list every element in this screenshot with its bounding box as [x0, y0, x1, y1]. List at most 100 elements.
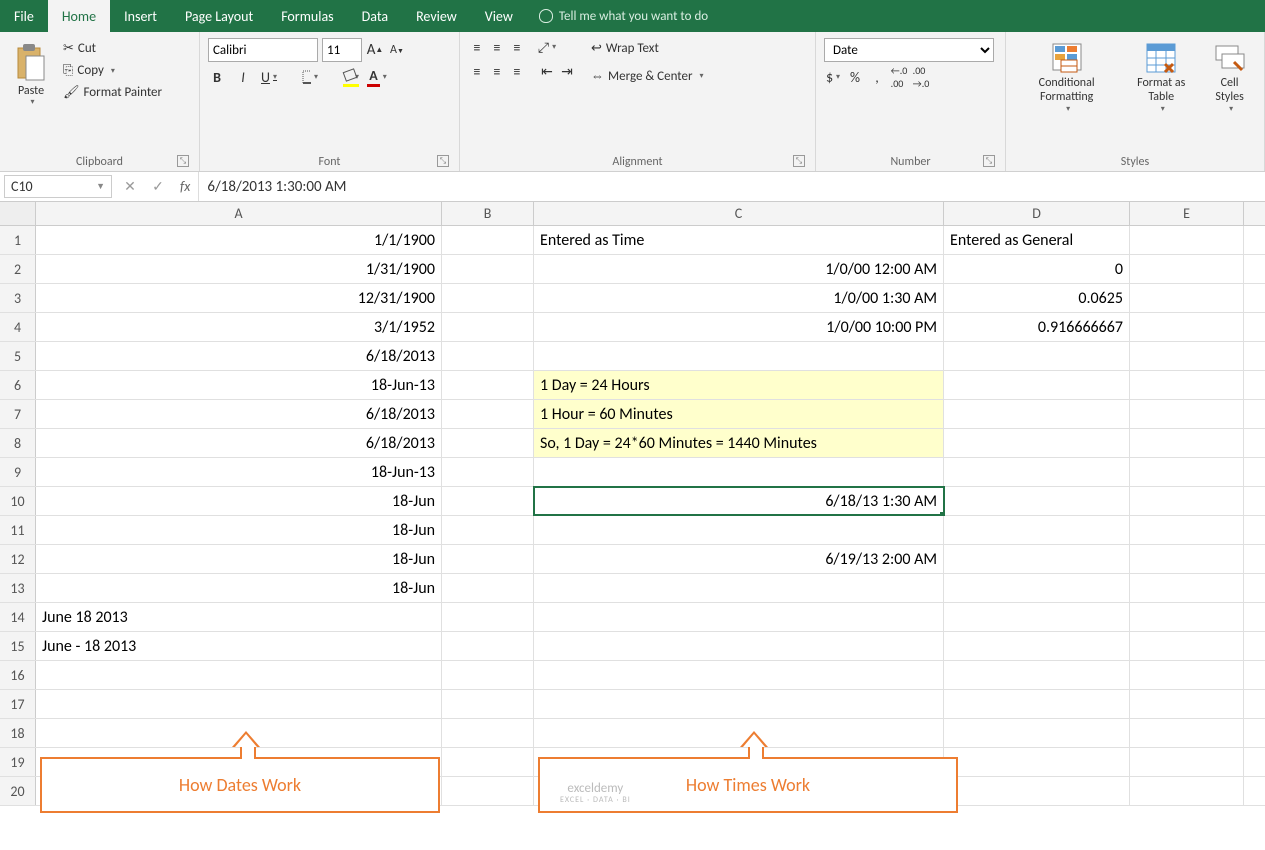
cell-C4[interactable]: 1/0/00 10:00 PM — [534, 313, 944, 341]
cell-B20[interactable] — [442, 777, 534, 805]
cell-E17[interactable] — [1130, 690, 1244, 718]
merge-center-button[interactable]: ⇔Merge & Center — [586, 65, 709, 87]
cell-C9[interactable] — [534, 458, 944, 486]
cell-B9[interactable] — [442, 458, 534, 486]
cell-D11[interactable] — [944, 516, 1130, 544]
increase-font-icon[interactable]: A▲ — [366, 41, 384, 59]
cell-E9[interactable] — [1130, 458, 1244, 486]
cell-E2[interactable] — [1130, 255, 1244, 283]
tab-insert[interactable]: Insert — [110, 0, 171, 32]
cell-E3[interactable] — [1130, 284, 1244, 312]
col-header-D[interactable]: D — [944, 202, 1130, 225]
cell-C2[interactable]: 1/0/00 12:00 AM — [534, 255, 944, 283]
row-header[interactable]: 10 — [0, 487, 36, 515]
cell-A11[interactable]: 18-Jun — [36, 516, 442, 544]
cell-A4[interactable]: 3/1/1952 — [36, 313, 442, 341]
cell-C7[interactable]: 1 Hour = 60 Minutes — [534, 400, 944, 428]
cell-E19[interactable] — [1130, 748, 1244, 776]
row-header[interactable]: 1 — [0, 226, 36, 254]
underline-button[interactable]: U — [260, 68, 278, 86]
cell-A9[interactable]: 18-Jun-13 — [36, 458, 442, 486]
align-middle-button[interactable]: ≡ — [488, 38, 506, 56]
cell-B1[interactable] — [442, 226, 534, 254]
italic-button[interactable]: I — [234, 68, 252, 86]
font-name-combo[interactable] — [208, 38, 318, 62]
cell-E18[interactable] — [1130, 719, 1244, 747]
cell-B7[interactable] — [442, 400, 534, 428]
cell-B6[interactable] — [442, 371, 534, 399]
cell-D14[interactable] — [944, 603, 1130, 631]
row-header[interactable]: 19 — [0, 748, 36, 776]
enter-formula-button[interactable]: ✓ — [144, 178, 172, 195]
cell-E7[interactable] — [1130, 400, 1244, 428]
cell-E12[interactable] — [1130, 545, 1244, 573]
cell-B8[interactable] — [442, 429, 534, 457]
cell-D10[interactable] — [944, 487, 1130, 515]
cell-A5[interactable]: 6/18/2013 — [36, 342, 442, 370]
row-header[interactable]: 5 — [0, 342, 36, 370]
row-header[interactable]: 6 — [0, 371, 36, 399]
cell-D12[interactable] — [944, 545, 1130, 573]
cell-D2[interactable]: 0 — [944, 255, 1130, 283]
cell-B14[interactable] — [442, 603, 534, 631]
decrease-font-icon[interactable]: A▼ — [388, 41, 406, 59]
cell-E11[interactable] — [1130, 516, 1244, 544]
cell-D9[interactable] — [944, 458, 1130, 486]
cell-D15[interactable] — [944, 632, 1130, 660]
cell-D1[interactable]: Entered as General — [944, 226, 1130, 254]
col-header-E[interactable]: E — [1130, 202, 1244, 225]
format-painter-button[interactable]: 🖌Format Painter — [58, 82, 167, 103]
cell-B17[interactable] — [442, 690, 534, 718]
col-header-B[interactable]: B — [442, 202, 534, 225]
conditional-formatting-button[interactable]: Conditional Formatting — [1014, 38, 1119, 118]
row-header[interactable]: 14 — [0, 603, 36, 631]
cell-C18[interactable] — [534, 719, 944, 747]
align-center-button[interactable]: ≡ — [488, 62, 506, 80]
cell-B18[interactable] — [442, 719, 534, 747]
tab-formulas[interactable]: Formulas — [267, 0, 347, 32]
row-header[interactable]: 8 — [0, 429, 36, 457]
cell-B12[interactable] — [442, 545, 534, 573]
col-header-A[interactable]: A — [36, 202, 442, 225]
align-right-button[interactable]: ≡ — [508, 62, 526, 80]
cell-C11[interactable] — [534, 516, 944, 544]
cell-E6[interactable] — [1130, 371, 1244, 399]
cell-B13[interactable] — [442, 574, 534, 602]
cell-D4[interactable]: 0.916666667 — [944, 313, 1130, 341]
orientation-button[interactable]: ⤢ — [538, 38, 556, 56]
align-top-button[interactable]: ≡ — [468, 38, 486, 56]
cut-button[interactable]: ✂Cut — [58, 38, 167, 59]
cell-E5[interactable] — [1130, 342, 1244, 370]
alignment-launcher[interactable]: ⤡ — [793, 155, 805, 167]
fx-icon[interactable]: fx — [172, 178, 198, 195]
cell-C1[interactable]: Entered as Time — [534, 226, 944, 254]
font-size-combo[interactable] — [322, 38, 362, 62]
row-header[interactable]: 2 — [0, 255, 36, 283]
cell-A7[interactable]: 6/18/2013 — [36, 400, 442, 428]
cell-C12[interactable]: 6/19/13 2:00 AM — [534, 545, 944, 573]
cell-A6[interactable]: 18-Jun-13 — [36, 371, 442, 399]
increase-indent-button[interactable]: ⇥ — [558, 62, 576, 80]
cell-A15[interactable]: June - 18 2013 — [36, 632, 442, 660]
cell-B11[interactable] — [442, 516, 534, 544]
row-header[interactable]: 7 — [0, 400, 36, 428]
cell-styles-button[interactable]: Cell Styles — [1203, 38, 1256, 118]
row-header[interactable]: 4 — [0, 313, 36, 341]
cell-A1[interactable]: 1/1/1900 — [36, 226, 442, 254]
cell-A13[interactable]: 18-Jun — [36, 574, 442, 602]
paste-button[interactable]: Paste — [8, 38, 54, 112]
formula-input[interactable]: 6/18/2013 1:30:00 AM — [198, 172, 1265, 201]
tab-page-layout[interactable]: Page Layout — [171, 0, 267, 32]
cell-A2[interactable]: 1/31/1900 — [36, 255, 442, 283]
align-left-button[interactable]: ≡ — [468, 62, 486, 80]
wrap-text-button[interactable]: ↩Wrap Text — [586, 38, 709, 59]
cell-C3[interactable]: 1/0/00 1:30 AM — [534, 284, 944, 312]
tab-data[interactable]: Data — [348, 0, 402, 32]
row-header[interactable]: 15 — [0, 632, 36, 660]
cell-D19[interactable] — [944, 748, 1130, 776]
row-header[interactable]: 18 — [0, 719, 36, 747]
cell-B5[interactable] — [442, 342, 534, 370]
cell-C5[interactable] — [534, 342, 944, 370]
cell-E10[interactable] — [1130, 487, 1244, 515]
border-button[interactable] — [301, 68, 319, 86]
